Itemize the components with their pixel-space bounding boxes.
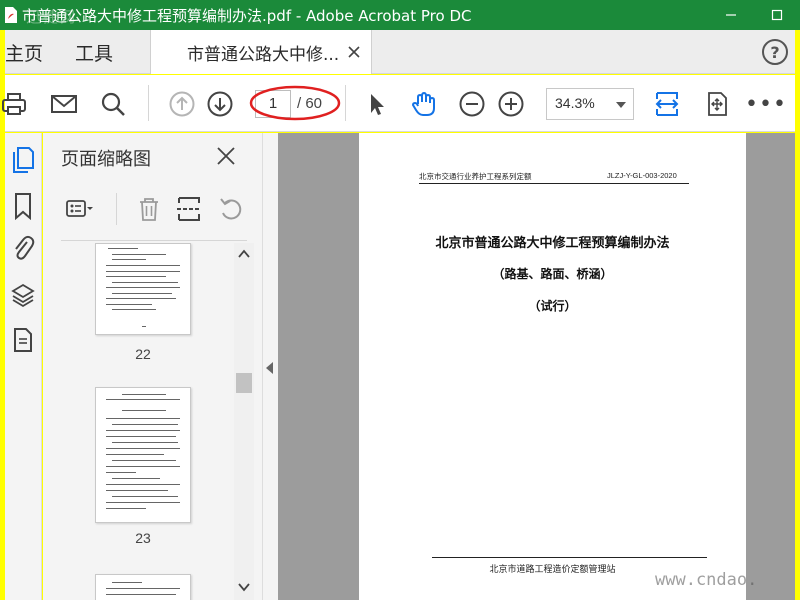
select-tool-button[interactable]	[361, 89, 391, 119]
window-title: 市普通公路大中修工程预算编制办法.pdf - Adobe Acrobat Pro…	[22, 6, 472, 25]
watermark-bottom: www.cndao.	[655, 570, 758, 590]
thumbnail-list: 22 23	[43, 243, 233, 600]
toolbar: 1 / 60 34.3% •••	[2, 75, 800, 132]
panel-tool-separator	[116, 193, 117, 225]
thumbnail-label: 22	[135, 346, 151, 362]
email-button[interactable]	[49, 89, 79, 119]
list-options-icon	[66, 200, 93, 217]
page-header-right: JLZJ-Y-GL-003-2020	[607, 171, 677, 180]
document-subtitle: （路基、路面、桥涵）	[492, 267, 613, 281]
close-panel-icon[interactable]	[216, 146, 236, 166]
toolbar-separator	[148, 85, 149, 121]
print-button[interactable]	[0, 89, 29, 119]
previous-page-button[interactable]	[167, 89, 197, 119]
acrobat-icon	[0, 4, 22, 26]
layers-button[interactable]	[9, 280, 37, 310]
plus-circle-icon	[498, 91, 524, 117]
toolbar-separator	[345, 85, 346, 121]
content-button[interactable]	[9, 325, 37, 355]
scrollbar-thumb[interactable]	[236, 373, 252, 393]
tab-bar: 主页 工具 市普通公路大中修... ?	[5, 30, 800, 74]
maximize-icon	[771, 9, 783, 21]
bookmark-icon	[15, 193, 31, 220]
paperclip-icon	[15, 235, 35, 260]
help-button[interactable]: ?	[762, 39, 788, 65]
minus-circle-icon	[459, 91, 485, 117]
page-split-icon	[177, 197, 201, 221]
tab-home[interactable]: 主页	[5, 30, 43, 74]
extract-pages-button[interactable]	[171, 191, 207, 227]
thumbnail-label: 23	[135, 530, 151, 546]
panel-divider	[61, 240, 247, 241]
page-header-left: 北京市交通行业养护工程系列定额	[419, 172, 532, 181]
page-total: / 60	[297, 95, 323, 112]
collapse-panel-handle[interactable]	[263, 133, 278, 600]
page-thumbnails-button[interactable]	[9, 145, 37, 175]
chevron-down-icon	[616, 102, 626, 108]
scroll-up-icon[interactable]	[238, 249, 250, 259]
hand-tool-button[interactable]	[409, 89, 439, 119]
header-rule	[419, 183, 689, 184]
zoom-in-button[interactable]	[496, 89, 526, 119]
close-tab-icon[interactable]	[347, 45, 361, 59]
arrow-up-circle-icon	[169, 91, 195, 117]
search-button[interactable]	[98, 89, 128, 119]
arrow-down-circle-icon	[207, 91, 233, 117]
rotate-icon	[220, 198, 242, 220]
expand-page-icon	[708, 92, 727, 116]
envelope-icon	[51, 95, 77, 113]
zoom-dropdown[interactable]: 34.3%	[546, 88, 634, 120]
full-screen-button[interactable]	[702, 89, 732, 119]
document-view[interactable]: 北京市交通行业养护工程系列定额 JLZJ-Y-GL-003-2020 北京市普通…	[278, 133, 800, 600]
thumbnail-page-23[interactable]	[95, 387, 191, 523]
thumbnail-options-button[interactable]	[61, 191, 97, 227]
zoom-value: 34.3%	[555, 95, 595, 111]
rotate-page-button[interactable]	[213, 191, 249, 227]
thumbnail-panel: 页面缩略图 22 23	[43, 133, 263, 600]
tab-tools[interactable]: 工具	[75, 30, 113, 74]
tab-document[interactable]: 市普通公路大中修...	[150, 30, 372, 74]
trash-icon	[140, 198, 158, 221]
maximize-button[interactable]	[754, 0, 800, 30]
pdf-page: 北京市交通行业养护工程系列定额 JLZJ-Y-GL-003-2020 北京市普通…	[359, 133, 746, 600]
delete-page-button[interactable]	[131, 191, 167, 227]
hand-icon	[411, 91, 435, 116]
bookmarks-button[interactable]	[9, 191, 37, 221]
attachments-button[interactable]	[9, 233, 37, 263]
document-trial-note: （试行）	[528, 299, 577, 313]
thumbnail-page-24[interactable]	[95, 574, 191, 600]
footer-rule	[432, 557, 707, 558]
title-bar: 市普通公路大中修工程预算编制办法.pdf - Adobe Acrobat Pro…	[0, 0, 800, 30]
more-options-button[interactable]: •••	[745, 89, 786, 119]
document-content-icon	[14, 328, 32, 352]
fit-width-button[interactable]	[652, 89, 682, 119]
page-thumbnails-icon	[13, 147, 34, 173]
next-page-button[interactable]	[205, 89, 235, 119]
thumbnail-scrollbar[interactable]	[234, 243, 254, 600]
minimize-button[interactable]	[708, 0, 754, 30]
fit-width-icon	[655, 92, 679, 116]
zoom-out-button[interactable]	[457, 89, 487, 119]
panel-title: 页面缩略图	[61, 149, 151, 170]
collapse-left-icon	[266, 362, 273, 374]
page-gutter	[746, 133, 800, 600]
thumbnail-page-22[interactable]	[95, 243, 191, 335]
document-title: 北京市普通公路大中修工程预算编制办法	[435, 236, 670, 251]
left-navigation-rail	[5, 133, 42, 600]
document-tab-label: 市普通公路大中修...	[187, 44, 340, 65]
layers-icon	[11, 283, 35, 308]
printer-icon	[2, 93, 26, 115]
scroll-down-icon[interactable]	[238, 582, 250, 592]
cursor-arrow-icon	[371, 94, 384, 115]
window-border	[795, 30, 800, 600]
search-icon	[101, 92, 125, 116]
minimize-icon	[726, 14, 736, 16]
page-number-input[interactable]: 1	[255, 90, 291, 118]
